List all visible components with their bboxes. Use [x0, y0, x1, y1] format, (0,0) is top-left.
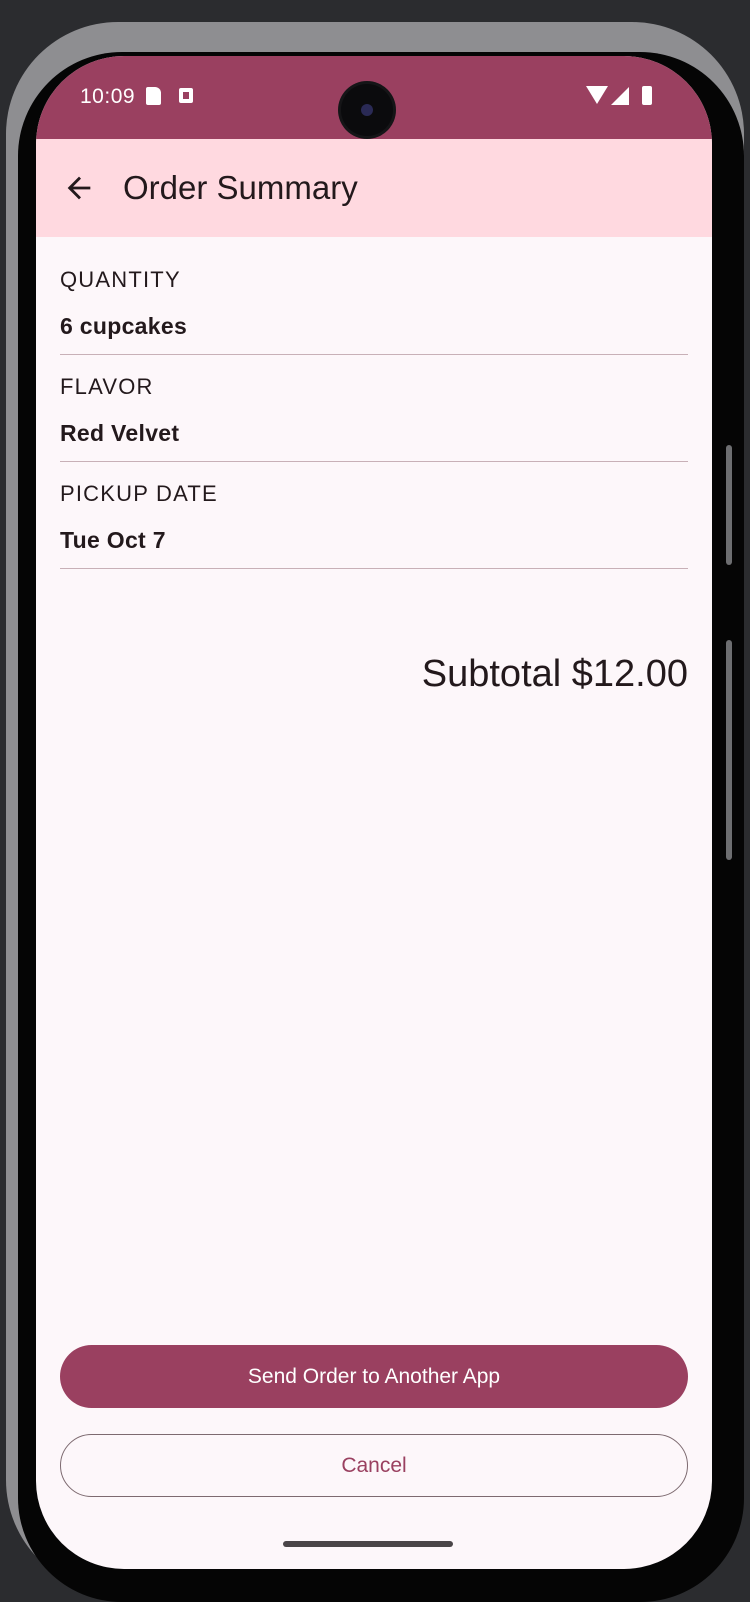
field-label: PICKUP DATE — [60, 481, 218, 506]
field-label: QUANTITY — [60, 267, 181, 292]
signal-icon — [611, 87, 629, 105]
field-value: Tue Oct 7 — [60, 527, 166, 553]
top-app-bar: Order Summary — [36, 139, 712, 237]
wifi-icon — [586, 86, 608, 104]
summary-field-quantity: QUANTITY 6 cupcakes — [60, 237, 688, 355]
subtotal: Subtotal $12.00 — [421, 653, 688, 695]
field-label: FLAVOR — [60, 374, 154, 399]
order-summary-content: QUANTITY 6 cupcakes FLAVOR Red Velvet PI… — [60, 237, 688, 695]
arrow-left-icon[interactable] — [62, 171, 96, 205]
field-value: 6 cupcakes — [60, 313, 188, 339]
home-indicator[interactable] — [283, 1541, 453, 1547]
status-time: 10:09 — [80, 85, 136, 108]
summary-field-pickup-date: PICKUP DATE Tue Oct 7 — [60, 462, 688, 569]
cancel-button[interactable]: Cancel — [60, 1434, 688, 1497]
notification-a-icon — [179, 88, 193, 103]
send-order-button[interactable]: Send Order to Another App — [60, 1345, 688, 1408]
battery-icon — [642, 86, 652, 105]
status-bar: 10:09 — [36, 56, 712, 139]
power-button — [726, 640, 732, 860]
page-title: Order Summary — [123, 169, 358, 206]
volume-button — [726, 445, 732, 565]
summary-field-flavor: FLAVOR Red Velvet — [60, 355, 688, 462]
field-value: Red Velvet — [60, 420, 180, 446]
phone-screen: 10:09 Order Summary QUANTITY 6 cupcakes … — [36, 56, 712, 1569]
sd-card-icon — [146, 87, 161, 105]
front-camera — [341, 84, 393, 136]
